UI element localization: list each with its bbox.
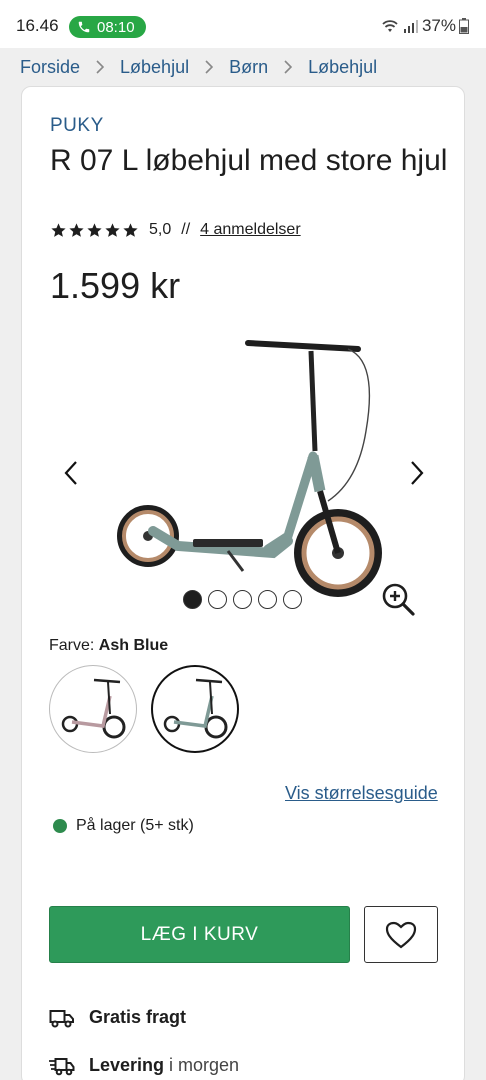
rating-value: 5,0 bbox=[149, 221, 172, 238]
gallery-dot-2[interactable] bbox=[208, 590, 227, 609]
battery-percent: 37% bbox=[421, 16, 456, 35]
reviews-link[interactable]: 4 anmeldelser bbox=[200, 221, 301, 239]
rating-separator: // bbox=[181, 221, 191, 238]
color-label: Farve: Ash Blue bbox=[49, 637, 168, 655]
status-time: 16.46 bbox=[16, 16, 59, 35]
battery-icon bbox=[459, 18, 469, 34]
add-to-cart-button[interactable]: LÆG I KURV bbox=[49, 906, 350, 963]
gallery-prev-button[interactable] bbox=[56, 453, 86, 493]
rating-stars bbox=[50, 222, 139, 239]
product-card: PUKY R 07 L løbehjul med store hjul 5,0 … bbox=[21, 86, 465, 1080]
product-brand[interactable]: PUKY bbox=[50, 115, 104, 137]
star-icon bbox=[123, 222, 138, 237]
fast-delivery-icon bbox=[49, 1057, 75, 1075]
gallery-next-button[interactable] bbox=[402, 453, 432, 493]
rating-row: 5,0 // 4 anmeldelser bbox=[50, 221, 301, 239]
star-icon bbox=[51, 222, 66, 237]
color-label-text: Farve: bbox=[49, 637, 95, 654]
heart-icon bbox=[385, 921, 417, 948]
chevron-right-icon bbox=[411, 461, 424, 485]
gallery-dot-1[interactable] bbox=[183, 590, 202, 609]
ongoing-call-pill[interactable]: 08:10 bbox=[69, 16, 146, 38]
zoom-in-icon[interactable] bbox=[380, 581, 416, 617]
phone-icon bbox=[78, 21, 90, 33]
gallery-dot-4[interactable] bbox=[258, 590, 277, 609]
gallery-dots bbox=[183, 590, 302, 609]
product-image-scooter[interactable] bbox=[108, 321, 388, 621]
truck-icon bbox=[49, 1009, 74, 1027]
breadcrumb-item-born[interactable]: Børn bbox=[229, 57, 268, 78]
breadcrumb-item-forside[interactable]: Forside bbox=[20, 57, 80, 78]
product-title: R 07 L løbehjul med store hjul bbox=[50, 144, 448, 177]
usp-delivery-label: Levering bbox=[89, 1055, 165, 1075]
gallery-dot-3[interactable] bbox=[233, 590, 252, 609]
chevron-right-icon bbox=[94, 58, 106, 76]
chevron-right-icon bbox=[282, 58, 294, 76]
color-swatch-rose[interactable] bbox=[49, 665, 137, 753]
wifi-icon bbox=[382, 20, 398, 32]
wishlist-button[interactable] bbox=[364, 906, 438, 963]
selected-color-name: Ash Blue bbox=[98, 637, 169, 654]
stock-text: På lager (5+ stk) bbox=[76, 817, 194, 834]
breadcrumb-item-lobehjul[interactable]: Løbehjul bbox=[120, 57, 189, 78]
color-swatches bbox=[49, 665, 239, 753]
stock-status: På lager (5+ stk) bbox=[53, 817, 194, 835]
usp-delivery: Levering i morgen bbox=[49, 1055, 239, 1076]
status-icons: 37% bbox=[380, 16, 472, 36]
star-icon bbox=[69, 222, 84, 237]
call-duration: 08:10 bbox=[97, 18, 135, 36]
star-icon bbox=[105, 222, 120, 237]
chevron-right-icon bbox=[203, 58, 215, 76]
in-stock-indicator bbox=[53, 819, 67, 833]
color-swatch-ash-blue[interactable] bbox=[151, 665, 239, 753]
product-price: 1.599 kr bbox=[50, 265, 181, 306]
usp-free-shipping-label: Gratis fragt bbox=[89, 1007, 187, 1027]
breadcrumb: Forside Løbehjul Børn Løbehjul bbox=[0, 48, 486, 86]
star-icon bbox=[87, 222, 102, 237]
usp-free-shipping: Gratis fragt bbox=[49, 1007, 186, 1028]
usp-delivery-time: i morgen bbox=[169, 1055, 240, 1075]
breadcrumb-item-lobehjul-current[interactable]: Løbehjul bbox=[308, 57, 377, 78]
gallery-dot-5[interactable] bbox=[283, 590, 302, 609]
status-bar: 16.46 08:10 37% bbox=[0, 0, 486, 48]
scooter-thumbnail-rose bbox=[61, 678, 126, 739]
size-guide-link[interactable]: Vis størrelsesguide bbox=[285, 783, 438, 804]
scooter-thumbnail-ash-blue bbox=[163, 678, 228, 739]
chevron-left-icon bbox=[64, 461, 77, 485]
image-gallery[interactable] bbox=[22, 313, 466, 623]
signal-icon bbox=[403, 20, 418, 33]
